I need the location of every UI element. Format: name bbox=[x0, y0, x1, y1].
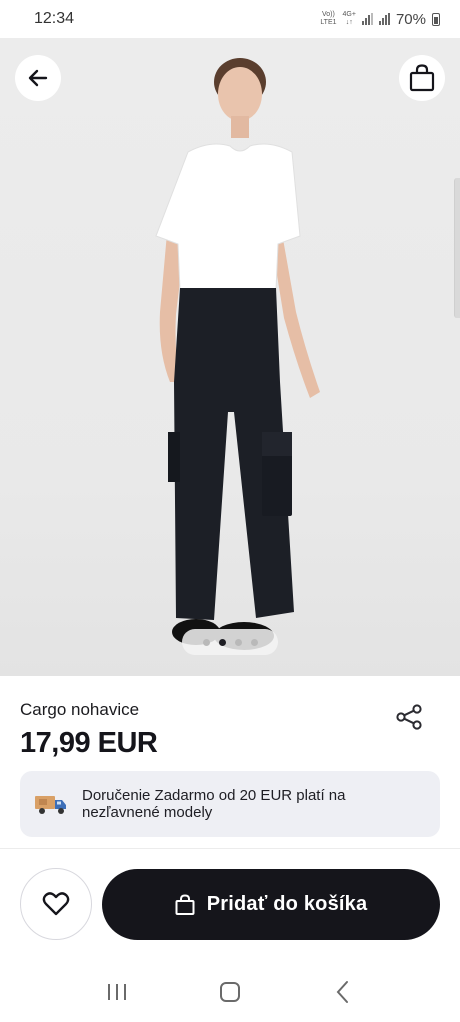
product-name: Cargo nohavice bbox=[20, 700, 140, 719]
recent-apps-button[interactable] bbox=[97, 972, 137, 1012]
divider bbox=[0, 848, 460, 849]
pagination-dot[interactable] bbox=[234, 638, 242, 646]
status-icons: Vo)) LTE1 4G+ ↓↑ 70% bbox=[320, 11, 440, 28]
shopping-bag-icon bbox=[409, 64, 435, 92]
pagination-dot[interactable] bbox=[202, 638, 210, 646]
shopping-bag-icon bbox=[175, 893, 195, 915]
pagination-dot-active[interactable] bbox=[218, 638, 226, 646]
battery-icon bbox=[432, 12, 440, 26]
network-type-indicator: 4G+ ↓↑ bbox=[342, 11, 356, 26]
free-delivery-banner: Doručenie Zadarmo od 20 EUR platí na nez… bbox=[20, 771, 440, 837]
delivery-text: Doručenie Zadarmo od 20 EUR platí na nez… bbox=[82, 787, 346, 821]
product-image-gallery[interactable] bbox=[0, 38, 460, 676]
add-to-cart-button[interactable]: Pridať do košíka bbox=[102, 869, 440, 940]
favorite-button[interactable] bbox=[20, 868, 92, 940]
delivery-truck-icon bbox=[35, 796, 66, 814]
product-price: 17,99 EUR bbox=[20, 727, 158, 759]
cart-button[interactable] bbox=[399, 55, 445, 101]
chevron-left-icon bbox=[336, 981, 349, 1003]
share-icon bbox=[396, 704, 422, 730]
status-bar: 12:34 Vo)) LTE1 4G+ ↓↑ 70% bbox=[0, 0, 460, 38]
battery-percent: 70% bbox=[395, 10, 426, 28]
system-navigation-bar bbox=[0, 962, 460, 1022]
back-button[interactable] bbox=[15, 55, 61, 101]
signal-icon-2 bbox=[378, 13, 390, 25]
heart-icon bbox=[42, 892, 70, 916]
add-to-cart-label: Pridať do košíka bbox=[206, 893, 368, 915]
arrow-left-icon bbox=[28, 69, 48, 87]
signal-icon bbox=[361, 13, 373, 25]
next-image-peek bbox=[454, 178, 460, 318]
home-button[interactable] bbox=[210, 972, 250, 1012]
share-button[interactable] bbox=[392, 702, 426, 732]
status-time: 12:34 bbox=[34, 10, 75, 27]
product-photo bbox=[155, 58, 320, 650]
recent-apps-icon bbox=[107, 984, 126, 1000]
gallery-pagination[interactable] bbox=[182, 629, 278, 655]
volte-indicator: Vo)) LTE1 bbox=[320, 11, 337, 26]
home-icon bbox=[219, 982, 240, 1002]
back-nav-button[interactable] bbox=[323, 972, 363, 1012]
pagination-dot[interactable] bbox=[250, 638, 258, 646]
